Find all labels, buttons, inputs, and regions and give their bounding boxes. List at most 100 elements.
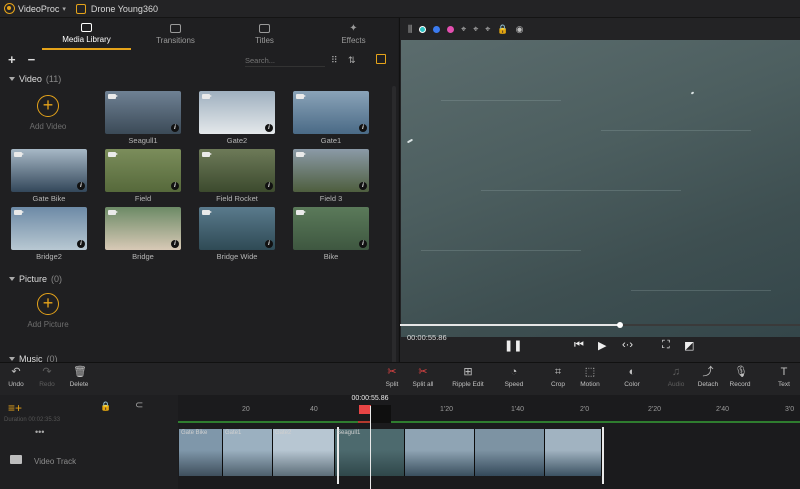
clip-name: Field — [134, 194, 152, 203]
bars-icon[interactable]: ⫼ — [408, 24, 412, 35]
pause-icon[interactable]: ❚❚ — [504, 339, 522, 352]
marker-out-icon[interactable]: ⌖ — [473, 24, 478, 35]
info-icon[interactable]: i — [359, 240, 367, 248]
color-icon: ◐ — [628, 366, 636, 378]
info-icon[interactable]: i — [171, 124, 179, 132]
media-clip-thumbnail[interactable]: i — [199, 207, 275, 250]
timeline-clip[interactable]: Gate1 — [223, 429, 273, 476]
snapshot-icon[interactable]: ⛶ — [662, 339, 670, 352]
seagull-shape — [406, 138, 414, 144]
add-video-button[interactable]: + — [37, 95, 59, 117]
pointer-icon[interactable]: ⌖ — [485, 24, 490, 35]
tab-transitions[interactable]: Transitions — [131, 18, 220, 50]
media-clip-thumbnail[interactable]: i — [105, 91, 181, 134]
transitions-icon — [170, 23, 181, 33]
lock-icon[interactable]: 🔒 — [497, 24, 508, 35]
info-icon[interactable]: i — [77, 182, 85, 190]
tool-split-all-button[interactable]: ✂ Split all — [403, 367, 443, 389]
video-camera-icon — [202, 210, 212, 215]
section-title: Picture — [19, 274, 48, 284]
tab-effects[interactable]: ✦ Effects — [309, 18, 398, 50]
video-section-header[interactable]: Video (11) — [9, 74, 61, 84]
media-clip-thumbnail[interactable]: i — [105, 149, 181, 192]
tab-titles[interactable]: Titles — [220, 18, 309, 50]
step-back-icon[interactable]: ‹·› — [622, 339, 633, 351]
tab-media-library[interactable]: Media Library — [42, 18, 131, 50]
timeline-clip[interactable]: Gate Bike — [179, 429, 223, 476]
sort-icon[interactable]: ⇅ — [348, 55, 356, 66]
clip-name: Bridge2 — [36, 252, 62, 261]
play-icon[interactable]: ▶ — [598, 339, 606, 352]
timeline-toolbar: ↶ Undo ↷ Redo 🗑 Delete ✂ Split ✂ Split all ⊞ Ripple… — [0, 362, 800, 395]
info-icon[interactable]: i — [77, 240, 85, 248]
visibility-icon[interactable]: ◉ — [516, 24, 524, 35]
grid-view-icon[interactable]: ⠿ — [331, 55, 338, 66]
water-texture — [421, 250, 581, 251]
ruler-tick-label: 2'40 — [716, 406, 730, 413]
lock-icon[interactable]: 🔒 — [100, 401, 111, 412]
more-icon[interactable]: ••• — [35, 427, 44, 437]
tool-delete-button[interactable]: 🗑 Delete — [59, 367, 99, 389]
add-video-label: Add Video — [29, 122, 67, 131]
water-texture — [601, 130, 751, 131]
progress-knob[interactable] — [617, 322, 623, 328]
app-menu[interactable]: VideoProc ▾ — [4, 3, 66, 14]
text-icon: T — [780, 366, 788, 378]
media-clip-thumbnail[interactable]: i — [293, 91, 369, 134]
tool-speed-button[interactable]: ◔ Speed — [494, 367, 534, 389]
media-clip-thumbnail[interactable]: i — [293, 149, 369, 192]
video-camera-icon — [296, 210, 306, 215]
add-track-icon[interactable]: ≡+ — [8, 401, 22, 415]
fullscreen-icon[interactable]: ◩ — [684, 339, 694, 352]
add-icon[interactable]: + — [8, 53, 16, 66]
tool-label: Ripple Edit — [452, 381, 484, 388]
preview-progress-bar[interactable] — [400, 322, 800, 328]
preview-video[interactable] — [401, 40, 800, 337]
library-toolbar: + − — [0, 50, 398, 68]
media-clip-thumbnail[interactable]: i — [293, 207, 369, 250]
info-icon[interactable]: i — [171, 240, 179, 248]
tool-motion-button[interactable]: ⬚ Motion — [570, 367, 610, 389]
video-camera-icon — [202, 94, 212, 99]
project-name[interactable]: Drone Young360 — [75, 3, 158, 14]
media-clip-thumbnail[interactable]: i — [199, 149, 275, 192]
timeline-ruler[interactable]: 20 40 1'20 1'40 2'0 2'20 2'40 3'0 — [178, 401, 800, 423]
marker-in-icon[interactable]: ⌖ — [461, 24, 466, 35]
music-section-header[interactable]: Music (0) — [9, 354, 58, 362]
clip-name: Seagull1 — [128, 136, 158, 145]
media-clip-thumbnail[interactable]: i — [199, 91, 275, 134]
section-count: (11) — [45, 74, 62, 84]
library-scrollbar[interactable] — [392, 86, 396, 362]
tool-record-button[interactable]: 🎙 Record — [720, 367, 760, 389]
media-clip-thumbnail[interactable]: i — [11, 149, 87, 192]
remove-icon[interactable]: − — [28, 53, 36, 66]
media-clip-thumbnail[interactable]: i — [11, 207, 87, 250]
info-icon[interactable]: i — [359, 124, 367, 132]
search-input[interactable] — [245, 54, 325, 67]
undo-icon: ↶ — [11, 366, 21, 378]
prev-frame-icon[interactable]: ⏮ — [574, 339, 584, 352]
cyan-marker-icon[interactable] — [419, 25, 427, 33]
info-icon[interactable]: i — [171, 182, 179, 190]
tool-ripple-edit-button[interactable]: ⊞ Ripple Edit — [448, 367, 488, 389]
pink-marker-icon[interactable] — [447, 25, 455, 33]
add-picture-button[interactable]: + — [37, 293, 59, 315]
playhead-line[interactable] — [370, 406, 371, 489]
panel-toggle-icon[interactable] — [376, 54, 386, 64]
timeline-clip[interactable]: Gate2 — [273, 429, 335, 476]
info-icon[interactable]: i — [265, 240, 273, 248]
info-icon[interactable]: i — [359, 182, 367, 190]
blue-marker-icon[interactable] — [433, 25, 441, 33]
info-icon[interactable]: i — [265, 182, 273, 190]
media-clip-thumbnail[interactable]: i — [105, 207, 181, 250]
tool-color-button[interactable]: ◐ Color — [612, 366, 652, 389]
video-camera-icon — [108, 210, 118, 215]
clip-name: Gate1 — [225, 430, 242, 436]
picture-section-header[interactable]: Picture (0) — [9, 274, 62, 284]
magnet-icon[interactable]: ⊂ — [135, 400, 143, 411]
tool-label: Redo — [39, 381, 55, 388]
video-camera-icon — [202, 152, 212, 157]
media-panel: Media Library Transitions Titles ✦ Effec… — [0, 18, 398, 362]
tool-text-button[interactable]: T Text — [764, 366, 800, 389]
info-icon[interactable]: i — [265, 124, 273, 132]
